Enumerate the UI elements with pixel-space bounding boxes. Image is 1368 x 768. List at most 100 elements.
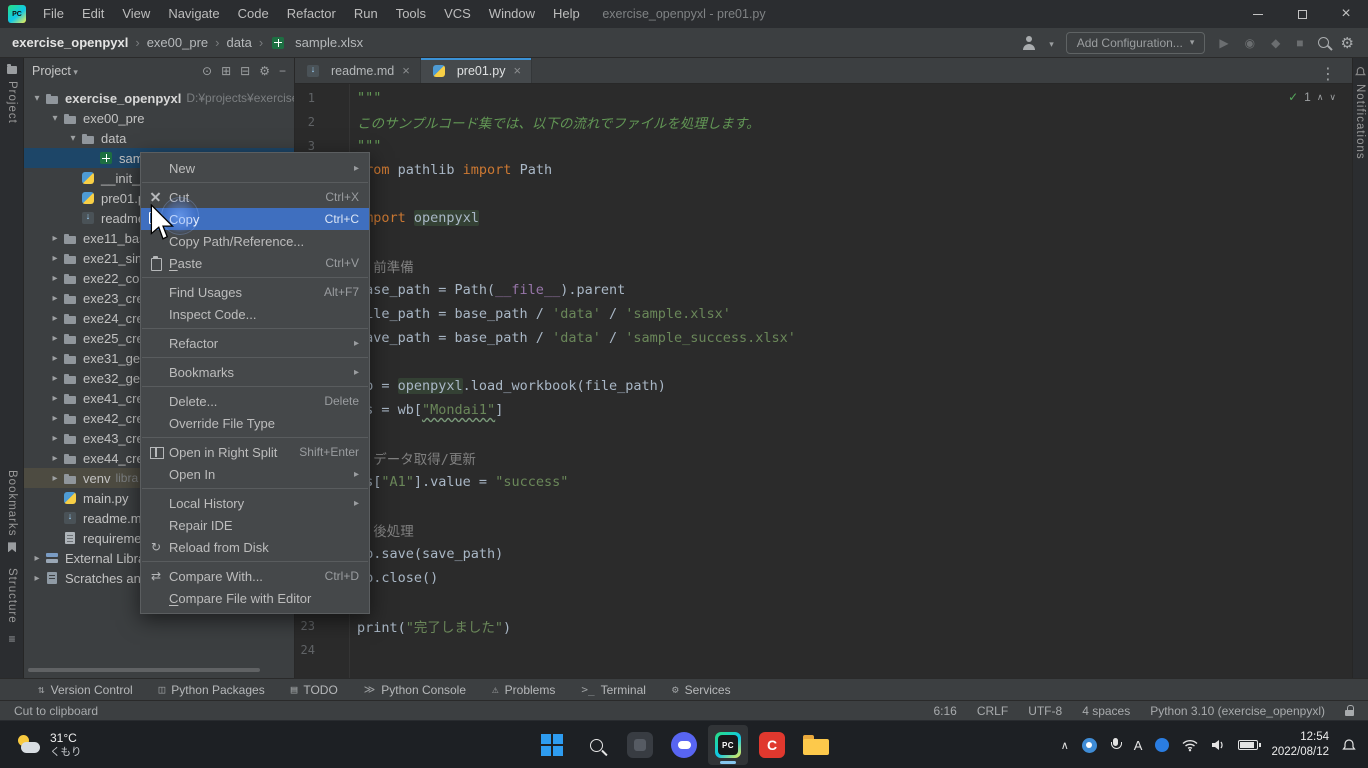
clock-widget[interactable]: 12:54 2022/08/12 <box>1271 730 1329 760</box>
search-everywhere-icon[interactable] <box>1318 37 1329 48</box>
expand-all-icon[interactable]: ⊞ <box>221 64 231 78</box>
menu-help[interactable]: Help <box>544 0 589 28</box>
caret-position-widget[interactable]: 6:16 <box>933 704 956 718</box>
tree-chevron-icon[interactable]: ▸ <box>48 353 62 364</box>
tree-item-data[interactable]: ▾data <box>24 128 294 148</box>
tree-chevron-icon[interactable]: ▸ <box>48 473 62 484</box>
tree-chevron-icon[interactable]: ▸ <box>48 233 62 244</box>
notifications-stripe-button[interactable]: Notifications <box>1352 66 1368 160</box>
tree-chevron-icon[interactable]: ▸ <box>48 273 62 284</box>
profile-icon[interactable]: ◉ <box>1243 36 1257 50</box>
menu-file[interactable]: File <box>34 0 73 28</box>
ime-indicator[interactable]: A <box>1134 738 1143 753</box>
tree-chevron-icon[interactable]: ▸ <box>48 393 62 404</box>
locate-file-icon[interactable]: ⊙ <box>202 64 212 78</box>
code-line-11[interactable]: 11save_path = base_path / 'data' / 'samp… <box>295 326 1352 350</box>
collapse-all-icon[interactable]: ⊟ <box>240 64 250 78</box>
context-menu-item-open-in-right-split[interactable]: Open in Right SplitShift+Enter <box>141 441 369 463</box>
tree-item-exercise-openpyxl[interactable]: ▾exercise_openpyxlD:¥projects¥exercise_o… <box>24 88 294 108</box>
tool-window-button-python-console[interactable]: ≫Python Console <box>364 683 466 697</box>
code-line-14[interactable]: 14ws = wb["Mondai1"] <box>295 398 1352 422</box>
tree-chevron-icon[interactable]: ▸ <box>48 433 62 444</box>
code-line-17[interactable]: 17ws["A1"].value = "success" <box>295 470 1352 494</box>
tree-chevron-icon[interactable]: ▾ <box>30 93 44 104</box>
tree-chevron-icon[interactable]: ▸ <box>48 333 62 344</box>
bookmarks-stripe-button[interactable]: Bookmarks <box>6 470 18 553</box>
tool-window-button-problems[interactable]: ⚠Problems <box>492 683 555 697</box>
code-line-12[interactable]: 12 <box>295 350 1352 374</box>
encoding-widget[interactable]: UTF-8 <box>1028 704 1062 718</box>
microphone-icon[interactable] <box>1110 738 1121 752</box>
tree-chevron-icon[interactable]: ▾ <box>66 133 80 144</box>
taskbar-search-button[interactable] <box>576 725 616 765</box>
tree-chevron-icon[interactable]: ▸ <box>30 573 44 584</box>
tray-blue-circle-icon[interactable] <box>1155 738 1169 752</box>
context-menu-item-override-file-type[interactable]: Override File Type <box>141 412 369 434</box>
tree-chevron-icon[interactable]: ▸ <box>48 453 62 464</box>
user-icon[interactable] <box>1021 35 1037 51</box>
project-stripe-button[interactable]: Project <box>0 66 24 124</box>
taskbar-explorer-button[interactable] <box>796 725 836 765</box>
taskbar-app-3[interactable]: C <box>752 725 792 765</box>
run-configuration-select[interactable]: Add Configuration... <box>1066 32 1206 54</box>
tree-chevron-icon[interactable]: ▸ <box>48 313 62 324</box>
context-menu-item-delete[interactable]: Delete...Delete <box>141 390 369 412</box>
tool-window-button-todo[interactable]: ▤TODO <box>291 683 338 697</box>
code-line-18[interactable]: 18 <box>295 494 1352 518</box>
minimize-button[interactable] <box>1236 0 1280 28</box>
tree-item-exe00-pre[interactable]: ▾exe00_pre <box>24 108 294 128</box>
tool-window-button-terminal[interactable]: >_Terminal <box>581 683 646 697</box>
code-line-10[interactable]: 10file_path = base_path / 'data' / 'samp… <box>295 302 1352 326</box>
stop-icon[interactable]: ■ <box>1294 36 1305 50</box>
code-line-23[interactable]: 23print("完了しました") <box>295 614 1352 638</box>
code-line-7[interactable]: 7 <box>295 230 1352 254</box>
menu-window[interactable]: Window <box>480 0 544 28</box>
code-line-15[interactable]: 15 <box>295 422 1352 446</box>
code-line-1[interactable]: 1""" <box>295 86 1352 110</box>
tree-chevron-icon[interactable]: ▸ <box>48 293 62 304</box>
structure-stripe-button[interactable]: Structure <box>6 568 18 648</box>
taskbar-app-2[interactable] <box>664 725 704 765</box>
tab-close-icon[interactable]: × <box>402 63 410 78</box>
code-line-16[interactable]: 16# データ取得/更新 <box>295 446 1352 470</box>
tree-chevron-icon[interactable]: ▸ <box>48 413 62 424</box>
menu-code[interactable]: Code <box>229 0 278 28</box>
code-line-2[interactable]: 2このサンプルコード集では、以下の流れでファイルを処理します。 <box>295 110 1352 134</box>
tool-window-button-python-packages[interactable]: ◫Python Packages <box>159 683 265 697</box>
code-line-3[interactable]: 3""" <box>295 134 1352 158</box>
user-dropdown-chevron-icon[interactable] <box>1049 35 1054 50</box>
code-line-13[interactable]: 13wb = openpyxl.load_workbook(file_path) <box>295 374 1352 398</box>
horizontal-scrollbar[interactable] <box>28 668 260 672</box>
wifi-icon[interactable] <box>1182 739 1198 752</box>
context-menu-item-bookmarks[interactable]: Bookmarks▸ <box>141 361 369 383</box>
menu-view[interactable]: View <box>113 0 159 28</box>
tree-chevron-icon[interactable]: ▸ <box>30 553 44 564</box>
breadcrumb-item-exercise-openpyxl[interactable]: exercise_openpyxl <box>12 35 128 50</box>
line-separator-widget[interactable]: CRLF <box>977 704 1008 718</box>
context-menu-item-cut[interactable]: CutCtrl+X <box>141 186 369 208</box>
debug-icon[interactable]: ◆ <box>1269 36 1282 50</box>
code-line-9[interactable]: 9base_path = Path(__file__).parent <box>295 278 1352 302</box>
code-line-21[interactable]: 21wb.close() <box>295 566 1352 590</box>
context-menu-item-compare-with[interactable]: ⇄Compare With...Ctrl+D <box>141 565 369 587</box>
tree-chevron-icon[interactable]: ▸ <box>48 373 62 384</box>
tool-window-button-services[interactable]: ⚙Services <box>672 683 731 697</box>
context-menu-item-local-history[interactable]: Local History▸ <box>141 492 369 514</box>
code-line-19[interactable]: 19# 後処理 <box>295 518 1352 542</box>
weather-widget[interactable]: 31°C くもり <box>8 721 90 768</box>
tree-chevron-icon[interactable]: ▸ <box>48 253 62 264</box>
taskbar-app-1[interactable] <box>620 725 660 765</box>
editor-tab-pre01-py[interactable]: pre01.py× <box>421 58 532 83</box>
context-menu-item-reload-from-disk[interactable]: ↻Reload from Disk <box>141 536 369 558</box>
inspection-ok-icon[interactable] <box>1288 90 1298 104</box>
breadcrumb-item-data[interactable]: data <box>227 35 252 50</box>
code-line-24[interactable]: 24 <box>295 638 1352 662</box>
tray-blue-app-icon[interactable] <box>1082 738 1097 753</box>
code-line-5[interactable]: 5 <box>295 182 1352 206</box>
start-button[interactable] <box>532 725 572 765</box>
menu-run[interactable]: Run <box>345 0 387 28</box>
context-menu-item-inspect-code[interactable]: Inspect Code... <box>141 303 369 325</box>
context-menu-item-find-usages[interactable]: Find UsagesAlt+F7 <box>141 281 369 303</box>
code-line-8[interactable]: 8# 前準備 <box>295 254 1352 278</box>
code-line-6[interactable]: 6import openpyxl <box>295 206 1352 230</box>
